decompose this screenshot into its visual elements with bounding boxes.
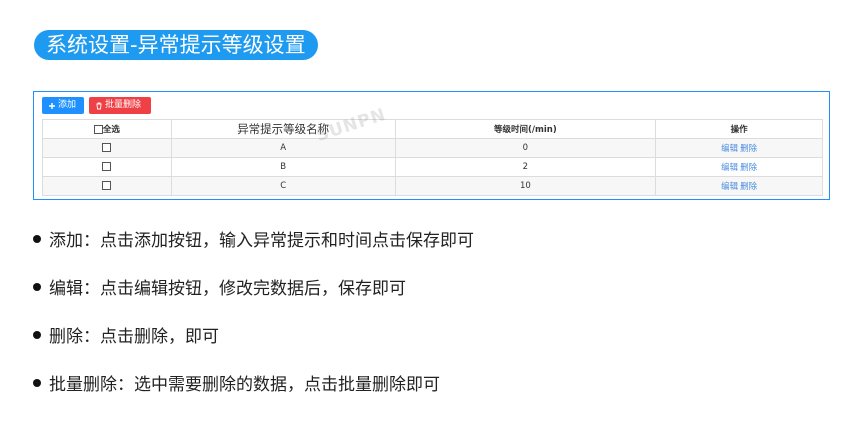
select-all-header[interactable]: 全选 (42, 119, 172, 139)
edit-link[interactable]: 编辑 (721, 182, 738, 192)
toolbar: 添加 批量删除 (42, 97, 151, 114)
row-actions-cell: 编辑 删除 (655, 176, 823, 196)
level-name-cell: C (170, 176, 396, 196)
list-item: 批量删除：选中需要删除的数据，点击批量删除即可 (33, 370, 440, 395)
select-all-checkbox[interactable] (93, 125, 103, 134)
add-button-label: 添加 (58, 100, 77, 110)
list-item: 添加：点击添加按钮，输入异常提示和时间点击保存即可 (33, 226, 474, 251)
edit-link[interactable]: 编辑 (721, 163, 738, 173)
list-item-text: 删除：点击删除，即可 (49, 327, 219, 347)
batch-delete-button[interactable]: 批量删除 (89, 97, 151, 114)
bullet-dot (33, 378, 41, 387)
table-header-row: 全选 异常提示等级名称 等级时间(/min) 操作 (42, 119, 823, 139)
level-table: 全选 异常提示等级名称 等级时间(/min) 操作 A 0 编辑 删除 B 2 编… (42, 119, 823, 196)
actions-column-header: 操作 (655, 119, 823, 139)
delete-link[interactable]: 删除 (740, 182, 757, 192)
add-button[interactable]: 添加 (42, 97, 84, 114)
row-actions-cell: 编辑 删除 (655, 138, 823, 158)
row-checkbox-cell (42, 176, 172, 196)
table-row: A 0 编辑 删除 (42, 138, 823, 158)
list-item-text: 添加：点击添加按钮，输入异常提示和时间点击保存即可 (49, 231, 474, 251)
level-name-cell: A (170, 138, 396, 158)
bullet-dot (33, 282, 41, 291)
table-row: B 2 编辑 删除 (42, 157, 823, 177)
page-title: 系统设置-异常提示等级设置 (34, 30, 318, 60)
level-settings-panel: 添加 批量删除 全选 异常提示等级名称 等级时间(/min) 操作 A 0 编辑… (33, 91, 830, 200)
level-name-cell: B (170, 157, 396, 177)
name-column-header: 异常提示等级名称 (170, 119, 396, 139)
row-actions-cell: 编辑 删除 (655, 157, 823, 177)
row-checkbox-cell (42, 157, 172, 177)
delete-link[interactable]: 删除 (740, 144, 757, 154)
list-item-text: 批量删除：选中需要删除的数据，点击批量删除即可 (49, 375, 440, 395)
time-column-header: 等级时间(/min) (394, 119, 657, 139)
level-time-cell: 0 (394, 138, 657, 158)
trash-icon (96, 102, 102, 109)
delete-link[interactable]: 删除 (740, 163, 757, 173)
select-all-label: 全选 (102, 125, 120, 135)
row-checkbox[interactable] (102, 181, 112, 190)
batch-delete-button-label: 批量删除 (105, 100, 142, 110)
edit-link[interactable]: 编辑 (721, 144, 738, 154)
level-time-cell: 10 (394, 176, 657, 196)
row-checkbox-cell (42, 138, 172, 158)
row-checkbox[interactable] (102, 143, 112, 152)
row-checkbox[interactable] (102, 162, 112, 171)
bullet-dot (33, 234, 41, 243)
table-row: C 10 编辑 删除 (42, 176, 823, 196)
level-time-cell: 2 (394, 157, 657, 177)
list-item: 删除：点击删除，即可 (33, 322, 219, 347)
list-item-text: 编辑：点击编辑按钮，修改完数据后，保存即可 (49, 279, 406, 299)
list-item: 编辑：点击编辑按钮，修改完数据后，保存即可 (33, 274, 406, 299)
plus-icon (49, 102, 55, 109)
bullet-dot (33, 330, 41, 339)
